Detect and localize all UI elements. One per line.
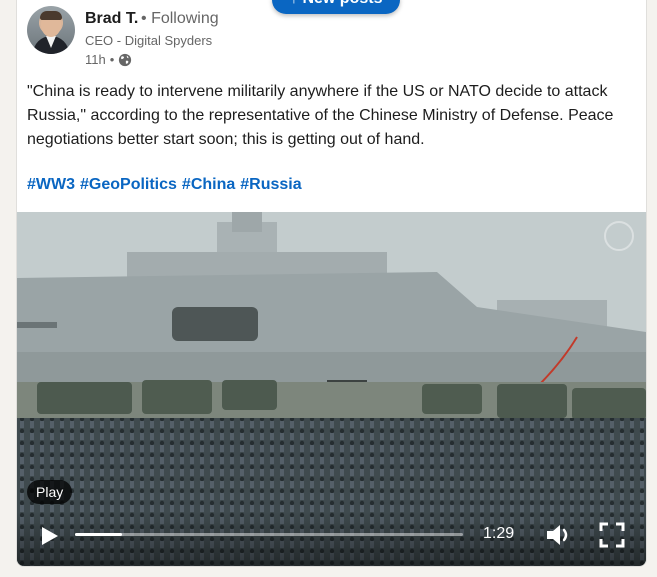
fullscreen-icon[interactable] [599,522,625,548]
following-label: Following [151,10,219,27]
follow-status: • Following [141,10,219,28]
video-player[interactable]: Play 1:29 [17,212,646,566]
post-time: 11h [85,52,106,67]
author-headline: CEO - Digital Spyders [85,33,213,48]
play-badge: Play [27,480,73,504]
post-text: "China is ready to intervene militarily … [27,83,614,148]
video-time: 1:29 [483,525,515,542]
video-progress-fill [75,533,122,536]
meta-separator: • [109,52,115,67]
video-progress-bar[interactable] [75,533,463,536]
new-posts-button[interactable]: ↑ New posts [272,0,401,14]
feed-post-card: ↑ New posts Brad T. • Following CEO - Di… [16,0,647,567]
video-controls: 1:29 [17,512,646,566]
hashtag-link[interactable]: #China [182,176,235,194]
hashtag-link[interactable]: #Russia [240,176,301,194]
post-meta: 11h • [85,52,132,67]
hashtag-list: #WW3 #GeoPolitics #China #Russia [27,176,302,194]
hashtag-link[interactable]: #GeoPolitics [80,176,177,194]
name-separator: • [141,10,147,27]
play-icon[interactable] [37,524,61,548]
volume-icon[interactable] [545,522,573,548]
globe-icon [119,53,132,66]
author-name[interactable]: Brad T. [85,10,138,28]
author-avatar[interactable] [27,6,75,54]
hashtag-link[interactable]: #WW3 [27,176,75,194]
